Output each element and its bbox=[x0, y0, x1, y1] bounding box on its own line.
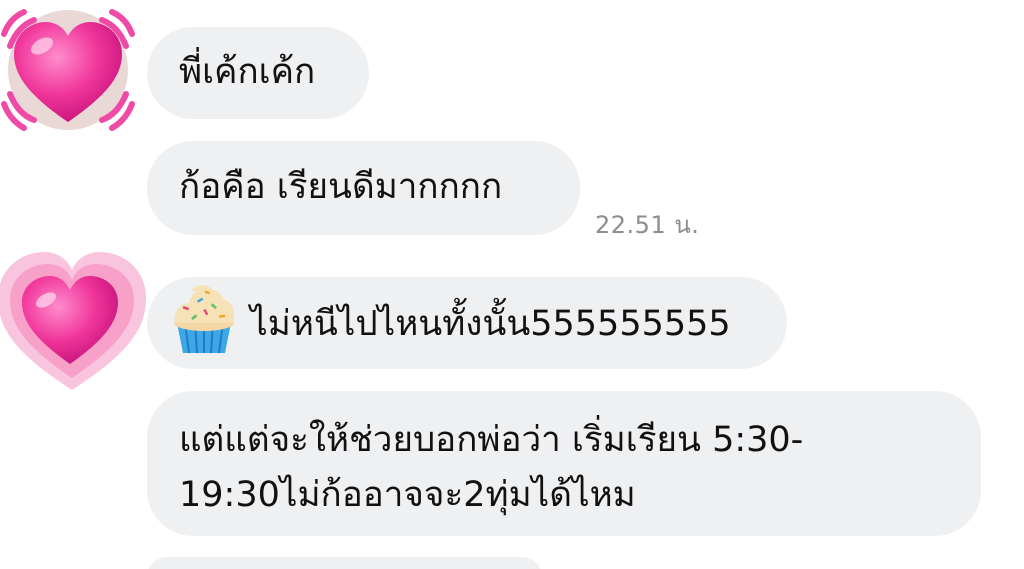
cupcake-icon bbox=[169, 283, 239, 354]
message-text: ไม่หนีไปไหนทั้งนั้น555555555 bbox=[250, 304, 731, 344]
message-text-line: แต่แต่จะให้ช่วยบอกพ่อว่า เริ่มเรียน 5:30… bbox=[179, 420, 804, 460]
message-bubble-partial[interactable] bbox=[147, 557, 542, 569]
message-bubble[interactable]: ก้อคือ เรียนดีมากกกก bbox=[147, 141, 580, 235]
message-bubble[interactable]: พี่เค้กเค้ก bbox=[147, 27, 369, 119]
beating-heart-icon[interactable] bbox=[0, 0, 140, 140]
message-bubble[interactable]: ไม่หนีไปไหนทั้งนั้น555555555 bbox=[147, 277, 787, 369]
chat-thread: พี่เค้กเค้ก ก้อคือ เรียนดีมากกกก 22.51 น… bbox=[0, 0, 1024, 569]
message-timestamp: 22.51 น. bbox=[595, 211, 700, 239]
message-text: พี่เค้กเค้ก bbox=[179, 52, 316, 92]
message-bubble[interactable]: แต่แต่จะให้ช่วยบอกพ่อว่า เริ่มเรียน 5:30… bbox=[147, 391, 981, 536]
message-text: ก้อคือ เรียนดีมากกกก bbox=[179, 167, 503, 207]
message-text-line: 19:30ไม่ก้ออาจจะ2ทุ่มได้ไหม bbox=[179, 475, 636, 515]
growing-heart-icon[interactable] bbox=[0, 248, 148, 396]
